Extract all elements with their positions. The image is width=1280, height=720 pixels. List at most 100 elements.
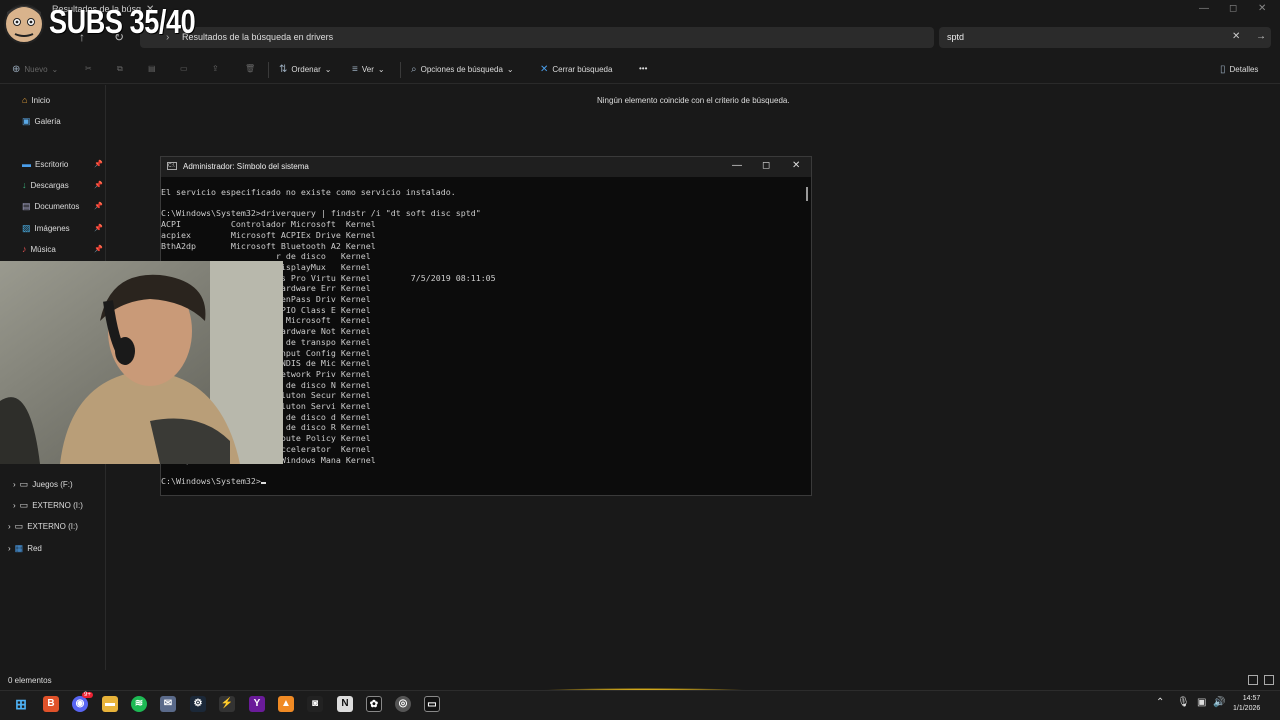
address-path: Resultados de la búsqueda en drivers: [182, 32, 334, 42]
gallery-icon: ▣: [22, 116, 31, 126]
microphone-icon[interactable]: 🎙: [1177, 697, 1190, 708]
minimize-button[interactable]: —: [1199, 3, 1209, 14]
sidebar-item-red[interactable]: › ▦ Red: [8, 543, 42, 554]
details-button[interactable]: ▯ Detalles: [1220, 64, 1258, 75]
sidebar-item-externo-1[interactable]: › ▭ EXTERNO (I:): [13, 500, 83, 511]
sidebar-item-label: Imágenes: [34, 224, 70, 233]
mail-icon[interactable]: ✉: [160, 696, 176, 712]
steam-icon[interactable]: ⚙: [190, 696, 206, 712]
more-options-icon[interactable]: •••: [639, 64, 647, 73]
mask-icon[interactable]: ◙: [307, 696, 323, 712]
network-tray-icon[interactable]: ▣: [1197, 697, 1206, 708]
chatgpt-icon[interactable]: ✿: [366, 696, 382, 712]
search-options-icon: ⌕: [411, 64, 417, 75]
chevron-right-icon: ›: [8, 522, 11, 531]
cmd-scrollbar[interactable]: [806, 187, 808, 201]
sidebar-item-label: Descargas: [30, 180, 69, 190]
sidebar-item-label: Inicio: [31, 95, 51, 105]
sidebar-item-externo-2[interactable]: › ▭ EXTERNO (I:): [8, 521, 78, 532]
sort-button[interactable]: ⇅ Ordenar ⌄: [279, 64, 331, 75]
app-icon[interactable]: ⚡: [219, 696, 235, 712]
share-icon[interactable]: ⇪: [212, 64, 219, 73]
cmd-icon: C:\: [167, 162, 177, 170]
search-options-button[interactable]: ⌕ Opciones de búsqueda ⌄: [411, 64, 514, 75]
paste-icon[interactable]: ▤: [148, 64, 156, 73]
sidebar-item-galeria[interactable]: ▣ Galería: [22, 116, 61, 127]
maximize-button[interactable]: ◻: [1229, 3, 1237, 14]
files-icon[interactable]: ▬: [102, 696, 118, 712]
sidebar-item-label: Escritorio: [35, 159, 69, 169]
cmd-title: Administrador: Símbolo del sistema: [183, 162, 309, 171]
pin-icon: 📌: [94, 246, 103, 253]
close-button[interactable]: ✕: [1258, 3, 1266, 14]
tiles-view-icon[interactable]: [1264, 675, 1274, 685]
volume-icon[interactable]: 🔊: [1213, 697, 1225, 708]
address-bar[interactable]: Resultados de la búsqueda en drivers: [140, 27, 934, 48]
rename-icon[interactable]: ▭: [180, 64, 188, 73]
chrome-icon[interactable]: ◎: [395, 696, 411, 712]
no-results-message: Ningún elemento coincide con el criterio…: [597, 96, 790, 105]
drive-icon: ▭: [19, 479, 29, 489]
yahoo-icon[interactable]: Y: [249, 696, 265, 712]
vlc-icon[interactable]: ▲: [278, 696, 294, 712]
view-button[interactable]: ≡ Ver ⌄: [352, 64, 385, 75]
sidebar-item-label: EXTERNO (I:): [27, 522, 78, 531]
cut-icon[interactable]: ✂: [85, 64, 92, 73]
details-view-icon[interactable]: [1248, 675, 1258, 685]
cmd-title-bar[interactable]: C:\ Administrador: Símbolo del sistema —…: [161, 157, 811, 177]
sidebar-item-label: EXTERNO (I:): [32, 501, 83, 510]
plus-icon: ⊕: [12, 64, 21, 75]
chevron-down-icon: ⌄: [51, 65, 59, 74]
clear-search-icon[interactable]: ✕: [1232, 31, 1240, 42]
view-icon: ≡: [352, 64, 358, 75]
chevron-up-icon[interactable]: ⌃: [1156, 697, 1164, 708]
chevron-down-icon: ⌄: [324, 65, 332, 74]
start-icon[interactable]: ⊞: [13, 696, 29, 712]
close-search-button[interactable]: ✕ Cerrar búsqueda: [540, 64, 612, 75]
pin-icon: 📌: [94, 161, 103, 168]
copy-icon[interactable]: ⧉: [117, 64, 123, 74]
brave-icon[interactable]: B: [43, 696, 59, 712]
search-go-icon[interactable]: →: [1256, 31, 1266, 42]
avatar: [4, 4, 44, 44]
discord-icon[interactable]: ◉: [72, 696, 88, 712]
new-label: Nuevo: [24, 65, 48, 74]
music-icon: ♪: [22, 244, 27, 254]
home-icon: ⌂: [22, 95, 28, 105]
sidebar-item-descargas[interactable]: ↓ Descargas: [22, 180, 69, 190]
sort-label: Ordenar: [291, 65, 321, 74]
sidebar-item-label: Música: [30, 244, 56, 254]
notion-icon[interactable]: N: [337, 696, 353, 712]
cmd-minimize-button[interactable]: —: [732, 160, 742, 171]
document-icon: ▤: [22, 201, 31, 211]
search-value: sptd: [947, 32, 965, 42]
chevron-right-icon: ›: [13, 480, 16, 489]
new-button[interactable]: ⊕ Nuevo ⌄: [12, 64, 58, 75]
sidebar-item-inicio[interactable]: ⌂ Inicio: [22, 95, 50, 105]
taskbar-clock[interactable]: 14:57 1/1/2026: [1233, 694, 1260, 714]
search-input[interactable]: sptd: [939, 27, 1271, 48]
delete-icon[interactable]: 🗑: [245, 64, 255, 73]
sidebar-item-label: Juegos (F:): [32, 480, 73, 489]
sidebar-item-musica[interactable]: ♪ Música: [22, 244, 56, 254]
close-icon: ✕: [540, 64, 549, 75]
cmd-close-button[interactable]: ✕: [792, 160, 800, 171]
sidebar-item-escritorio[interactable]: ▬ Escritorio: [22, 159, 68, 169]
terminal-icon[interactable]: ▭: [424, 696, 440, 712]
sidebar-item-label: Red: [27, 544, 42, 553]
status-item-count: 0 elementos: [8, 676, 52, 685]
sidebar-item-imagenes[interactable]: ▨ Imágenes: [22, 223, 70, 234]
chevron-down-icon: ⌄: [506, 65, 514, 74]
cmd-line: C:\Windows\System32>driverquery | findst…: [161, 208, 481, 219]
clock-date: 1/1/2026: [1233, 705, 1261, 712]
desktop-icon: ▬: [22, 159, 31, 169]
text-cursor: [260, 481, 266, 484]
chevron-down-icon: ⌄: [377, 65, 385, 74]
cmd-maximize-button[interactable]: ◻: [762, 160, 770, 171]
sidebar-item-documentos[interactable]: ▤ Documentos: [22, 201, 79, 212]
cmd-line: C:\Windows\System32>: [161, 476, 801, 487]
pin-icon: 📌: [94, 182, 103, 189]
sidebar-item-juegos[interactable]: › ▭ Juegos (F:): [13, 479, 73, 490]
spotify-icon[interactable]: ≋: [131, 696, 147, 712]
close-search-label: Cerrar búsqueda: [552, 65, 613, 74]
